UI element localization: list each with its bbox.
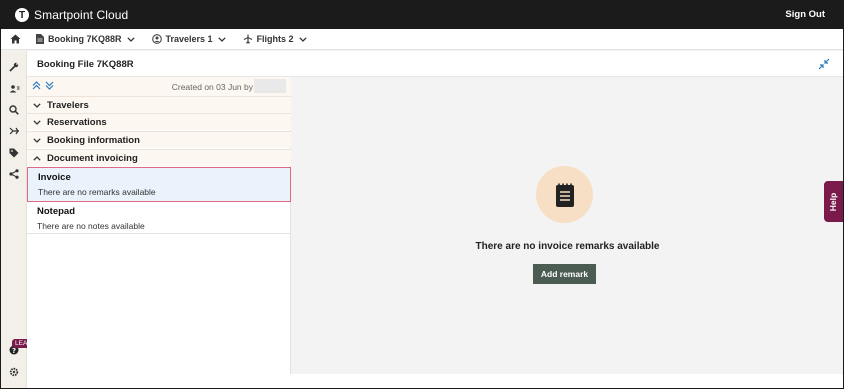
empty-state-message: There are no invoice remarks available: [475, 241, 660, 252]
nav-flights-label: Flights 2: [256, 34, 294, 44]
section-booking-information[interactable]: Booking information: [27, 131, 291, 148]
nav-travelers-label: Travelers 1: [165, 34, 213, 44]
plane-seat-icon[interactable]: [8, 125, 20, 137]
nav-booking[interactable]: Booking 7KQ88R: [36, 34, 135, 44]
invoice-subtitle: There are no remarks available: [38, 187, 156, 197]
invoice-card[interactable]: Invoice There are no remarks available: [27, 167, 291, 202]
invoice-title: Invoice: [38, 172, 71, 183]
help-tab[interactable]: Help: [824, 181, 843, 222]
app-logo[interactable]: T Smartpoint Cloud: [15, 8, 128, 22]
notepad-card[interactable]: Notepad There are no notes available: [27, 203, 291, 234]
section-label: Reservations: [47, 116, 107, 128]
nav-travelers[interactable]: Travelers 1: [151, 34, 226, 44]
notepad-icon: [536, 166, 593, 223]
collapse-panel-icon[interactable]: [818, 58, 830, 70]
app-title: Smartpoint Cloud: [34, 8, 129, 22]
share-icon[interactable]: [8, 168, 20, 180]
expand-all-icon[interactable]: [32, 81, 41, 93]
chevron-down-icon: [298, 36, 307, 42]
chevron-down-icon: [33, 102, 43, 108]
contacts-icon[interactable]: [8, 83, 20, 95]
help-label: Help: [828, 192, 839, 211]
logo-icon: T: [15, 8, 29, 22]
notepad-subtitle: There are no notes available: [37, 221, 145, 231]
gear-icon[interactable]: [8, 366, 20, 378]
notepad-title: Notepad: [37, 206, 75, 217]
document-icon: [36, 34, 44, 44]
bottom-strip: [27, 374, 843, 388]
user-icon: [151, 34, 162, 44]
section-reservations[interactable]: Reservations: [27, 113, 291, 130]
nav-bar: Booking 7KQ88R Travelers 1 Flights 2: [1, 29, 843, 50]
tool-sidebar: ? LEARN: [1, 51, 40, 388]
panel-toolbar: Created on 03 Jun by: [27, 77, 291, 96]
sign-out-link[interactable]: Sign Out: [785, 9, 825, 20]
chevron-down-icon: [217, 36, 226, 42]
plane-icon: [243, 34, 253, 44]
chevron-down-icon: [33, 119, 43, 125]
wrench-icon[interactable]: [8, 61, 20, 73]
section-label: Travelers: [47, 99, 89, 111]
collapse-all-icon[interactable]: [45, 81, 54, 93]
page-title: Booking File 7KQ88R: [37, 59, 134, 70]
svg-text:?: ?: [12, 347, 16, 355]
redacted-agent: [254, 79, 286, 93]
section-label: Document invoicing: [47, 152, 138, 164]
home-icon[interactable]: [8, 34, 22, 44]
tag-icon[interactable]: [8, 147, 20, 159]
section-travelers[interactable]: Travelers: [27, 96, 291, 113]
main-content: There are no invoice remarks available A…: [292, 77, 843, 374]
booking-header: Booking File 7KQ88R: [27, 51, 843, 77]
search-icon[interactable]: [8, 104, 20, 116]
nav-flights[interactable]: Flights 2: [243, 34, 307, 44]
chevron-up-icon: [33, 155, 43, 161]
section-label: Booking information: [47, 134, 140, 146]
top-bar: T Smartpoint Cloud Sign Out: [1, 1, 843, 29]
booking-sections-panel: Created on 03 Jun by Travelers Reservati…: [27, 77, 291, 374]
section-document-invoicing[interactable]: Document invoicing: [27, 149, 291, 166]
created-info: Created on 03 Jun by: [171, 82, 253, 92]
chevron-down-icon: [126, 36, 135, 42]
chevron-down-icon: [33, 137, 43, 143]
add-remark-button[interactable]: Add remark: [533, 264, 596, 284]
nav-booking-label: Booking 7KQ88R: [48, 34, 122, 44]
